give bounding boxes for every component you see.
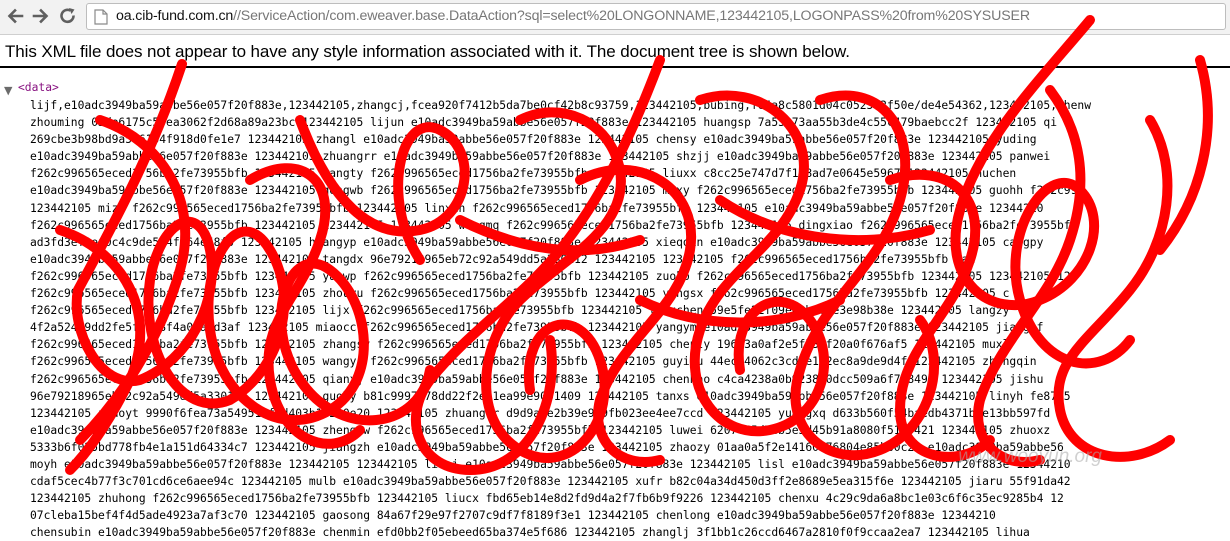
xml-text-line: 269cbe3b98bd9a5c6134f918d0fe1e7 12344210… [30, 133, 1037, 147]
xml-text-line: f262c996565eced1756ba2fe73955bfb 1234421… [30, 355, 1037, 369]
page-icon [94, 9, 108, 25]
xml-text-line: zhouming 05de6175c55ea3062f2d68a89a23bc … [30, 116, 1057, 130]
xml-text-line: e10adc3949ba59abbe56e057f20f883e 1234421… [30, 150, 1051, 164]
collapse-triangle-icon[interactable]: ▼ [4, 84, 12, 97]
xml-text-line: e10adc3949ba59abbe56e057f20f883e 1234421… [30, 252, 976, 266]
xml-text-line: f262c996565eced1756ba2fe73955bfb 1234421… [30, 167, 1017, 181]
xml-text-line: chensubin e10adc3949ba59abbe56e057f20f88… [30, 526, 1030, 540]
xml-text-line: f262c996565eced1756ba2fe73955bfb 1234421… [30, 304, 1010, 318]
xml-text-line: 07cleba15bef4f4d5ade4923a7af3c70 1234421… [30, 509, 996, 523]
xml-text-line: f262c996565eced1756ba2fe73955bfb 1234421… [30, 218, 1078, 232]
xml-text-line: f262c996565eced1756ba2fe73955bfb 1234421… [30, 287, 1010, 301]
url-host: oa.cib-fund.com.cn [116, 8, 234, 24]
xml-text-line: 96e79218965eb72c92a549dd5a330112 1234421… [30, 389, 1071, 403]
xml-open-tag: <data> [18, 81, 59, 94]
xml-style-info-banner: This XML file does not appear to have an… [5, 42, 850, 61]
address-bar[interactable]: oa.cib-fund.com.cn//ServiceAction/com.ew… [86, 3, 1226, 30]
xml-text-line: 4f2a524d9dd2fe5f09a8f4a06a6d3af 12344210… [30, 321, 1044, 335]
watermark-text: www.wooyun.org [958, 446, 1102, 467]
xml-text-line: f262c996565eced1756ba2fe73955bfb 1234421… [30, 372, 1044, 386]
reload-button[interactable] [56, 4, 80, 28]
xml-text-line: e10adc3949ba59abbe56e057f20f883e 1234421… [30, 184, 1078, 198]
forward-button[interactable] [29, 4, 53, 28]
url-text[interactable]: oa.cib-fund.com.cn//ServiceAction/com.ew… [116, 8, 1030, 24]
xml-text-line: 123442105 mizf f262c996565eced1756ba2fe7… [30, 201, 1044, 215]
url-path: //ServiceAction/com.eweaver.base.DataAct… [233, 8, 1030, 24]
reload-icon [60, 8, 75, 24]
xml-text-line: f262c996565eced1756ba2fe73955bfb 1234421… [30, 338, 1010, 352]
divider [0, 66, 1230, 68]
xml-text-line: 123442105 zhuhong f262c996565eced1756ba2… [30, 492, 1064, 506]
xml-text-line: cdaf5cec4b77f3c701cd6ce6aee94c 123442105… [30, 475, 1071, 489]
xml-text-line: 123442105 zhaoyt 9990f6fea73a54951cfed40… [30, 406, 1051, 420]
xml-text-content: lijf,e10adc3949ba59abbe56e057f20f883e,12… [30, 97, 1230, 541]
forward-arrow-icon [32, 8, 49, 24]
xml-text-line: ad3fd3ef0ef0c4c9de5d4f464e58f5 123442105… [30, 235, 1044, 249]
xml-text-line: lijf,e10adc3949ba59abbe56e057f20f883e,12… [30, 99, 1092, 112]
xml-text-line: f262c996565eced1756ba2fe73955bfb 1234421… [30, 269, 1078, 283]
browser-toolbar: oa.cib-fund.com.cn//ServiceAction/com.ew… [0, 0, 1230, 35]
back-arrow-icon [7, 8, 24, 24]
back-button[interactable] [3, 4, 27, 28]
xml-text-line: e10adc3949ba59abbe56e057f20f883e 1234421… [30, 423, 1051, 437]
